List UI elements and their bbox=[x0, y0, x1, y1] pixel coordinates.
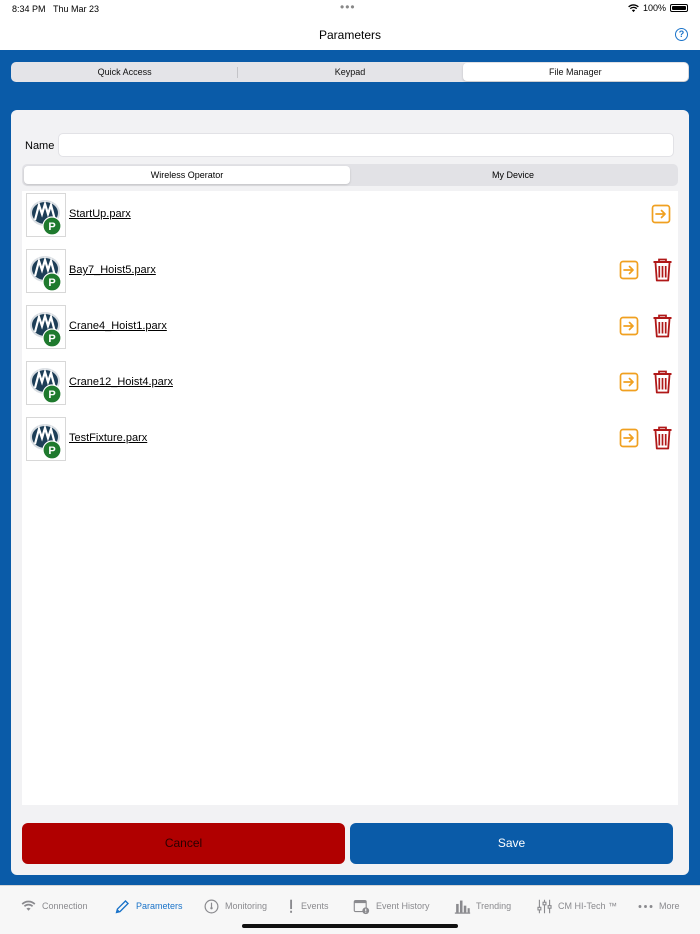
tab-events[interactable]: Events bbox=[286, 897, 329, 915]
file-name-link[interactable]: Bay7_Hoist5.parx bbox=[69, 264, 156, 276]
navigation-bar: Parameters ? bbox=[0, 20, 700, 50]
gauge-icon bbox=[204, 899, 219, 913]
tab-monitoring[interactable]: Monitoring bbox=[203, 897, 267, 915]
wifi-icon bbox=[21, 900, 36, 911]
tab-event-history[interactable]: Event History bbox=[352, 897, 430, 915]
file-row[interactable]: P Crane4_Hoist1.parx bbox=[22, 303, 678, 353]
file-row[interactable]: P TestFixture.parx bbox=[22, 415, 678, 465]
parameters-segmented-control: Quick Access Keypad File Manager bbox=[11, 62, 689, 82]
exclamation-icon bbox=[290, 899, 293, 913]
segment-divider bbox=[237, 67, 239, 78]
tab-connection[interactable]: Connection bbox=[20, 897, 88, 915]
more-dots-icon bbox=[638, 904, 653, 908]
file-name-link[interactable]: Crane4_Hoist1.parx bbox=[69, 320, 167, 332]
tab-wireless-operator[interactable]: Wireless Operator bbox=[24, 166, 350, 184]
source-segmented-control: Wireless Operator My Device bbox=[22, 164, 678, 186]
status-time: 8:34 PM Thu Mar 23 bbox=[12, 4, 100, 14]
help-icon[interactable]: ? bbox=[675, 28, 688, 41]
file-name-link[interactable]: StartUp.parx bbox=[69, 208, 131, 220]
delete-trash-icon[interactable] bbox=[652, 258, 673, 282]
name-label: Name bbox=[25, 140, 55, 152]
battery-percent: 100% bbox=[642, 3, 666, 13]
file-row[interactable]: P StartUp.parx bbox=[22, 191, 678, 241]
file-name-link[interactable]: TestFixture.parx bbox=[69, 432, 147, 444]
file-manager-card: Name Wireless Operator My Device P StartU… bbox=[11, 110, 689, 875]
tab-file-manager[interactable]: File Manager bbox=[462, 63, 688, 81]
tab-parameters[interactable]: Parameters bbox=[114, 897, 183, 915]
parameter-file-icon: P bbox=[26, 305, 66, 349]
svg-text:P: P bbox=[48, 389, 55, 401]
parameter-file-icon: P bbox=[26, 249, 66, 293]
status-bar: 8:34 PM Thu Mar 23 ••• 100% bbox=[0, 0, 700, 20]
svg-text:P: P bbox=[48, 445, 55, 457]
parameter-file-icon: P bbox=[26, 417, 66, 461]
file-list: P StartUp.parx P Bay7_Hoist5.parx P Crane4_Ho… bbox=[22, 191, 678, 805]
svg-text:P: P bbox=[48, 277, 55, 289]
tab-cm-hi-tech[interactable]: CM HI-Tech ™ bbox=[536, 897, 617, 915]
page-title: Parameters bbox=[318, 28, 382, 42]
delete-trash-icon[interactable] bbox=[652, 426, 673, 450]
home-indicator bbox=[242, 924, 458, 928]
delete-trash-icon[interactable] bbox=[652, 314, 673, 338]
multitasking-dots-icon[interactable]: ••• bbox=[340, 0, 356, 14]
pencil-icon bbox=[115, 899, 129, 913]
sliders-icon bbox=[537, 899, 552, 913]
export-arrow-icon[interactable] bbox=[619, 428, 639, 448]
tab-more[interactable]: More bbox=[637, 897, 680, 915]
tab-keypad[interactable]: Keypad bbox=[237, 63, 462, 81]
save-button[interactable]: Save bbox=[350, 823, 673, 864]
tab-quick-access[interactable]: Quick Access bbox=[12, 63, 237, 81]
status-indicators: 100% bbox=[628, 3, 688, 13]
calendar-alert-icon bbox=[353, 899, 370, 914]
bar-chart-icon bbox=[454, 900, 471, 914]
parameter-file-icon: P bbox=[26, 361, 66, 405]
tab-my-device[interactable]: My Device bbox=[350, 166, 676, 184]
export-arrow-icon[interactable] bbox=[619, 316, 639, 336]
cancel-button[interactable]: Cancel bbox=[22, 823, 345, 864]
svg-text:P: P bbox=[48, 221, 55, 233]
name-input[interactable] bbox=[58, 133, 674, 157]
file-row[interactable]: P Bay7_Hoist5.parx bbox=[22, 247, 678, 297]
file-name-link[interactable]: Crane12_Hoist4.parx bbox=[69, 376, 173, 388]
export-arrow-icon[interactable] bbox=[651, 204, 671, 224]
file-row[interactable]: P Crane12_Hoist4.parx bbox=[22, 359, 678, 409]
svg-text:P: P bbox=[48, 333, 55, 345]
battery-icon bbox=[670, 4, 688, 12]
parameter-file-icon: P bbox=[26, 193, 66, 237]
export-arrow-icon[interactable] bbox=[619, 260, 639, 280]
delete-trash-icon[interactable] bbox=[652, 370, 673, 394]
tab-trending[interactable]: Trending bbox=[454, 897, 511, 915]
export-arrow-icon[interactable] bbox=[619, 372, 639, 392]
wifi-status-icon bbox=[628, 3, 639, 12]
